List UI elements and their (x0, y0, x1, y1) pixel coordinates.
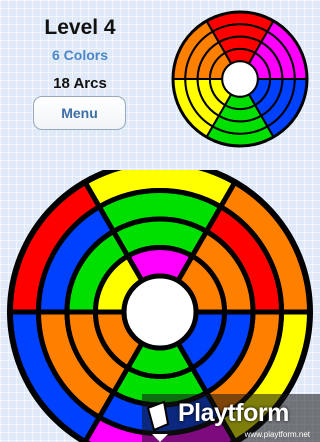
level-title: Level 4 (44, 16, 116, 39)
target-wheel (171, 10, 309, 148)
menu-button[interactable]: Menu (33, 96, 126, 130)
watermark: Playtform www.playtform.net (142, 394, 320, 442)
target-center-hub (221, 60, 259, 98)
logo-mark-icon (146, 400, 170, 442)
colors-count: 6 Colors (51, 47, 108, 63)
arcs-count: 18 Arcs (53, 75, 107, 92)
watermark-logo: Playtform (178, 399, 289, 427)
board-center-hub (121, 273, 199, 351)
watermark-url: www.playtform.net (244, 430, 310, 439)
